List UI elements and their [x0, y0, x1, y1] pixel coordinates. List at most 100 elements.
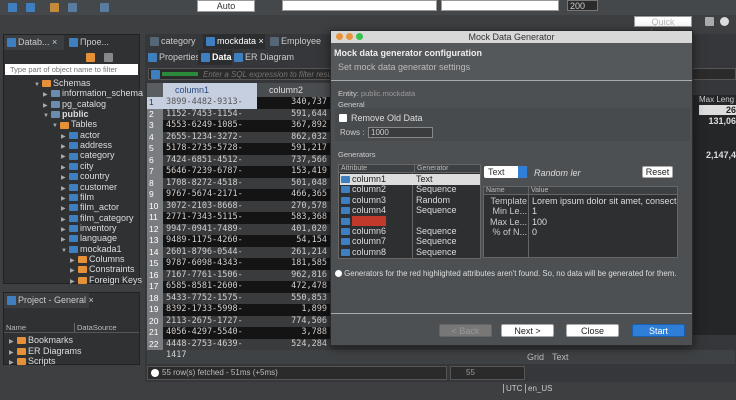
tab-mockdata[interactable]: mockdata ×	[203, 34, 265, 49]
table-row[interactable]: 13899-4482-9313-7400340,737	[147, 97, 330, 119]
tree-item[interactable]: ▶ city	[61, 161, 94, 171]
tree-item[interactable]: ▶ film_category	[61, 213, 134, 223]
cell-column1[interactable]: 3899-4482-9313-7400	[163, 97, 257, 119]
tree-item[interactable]: ▶ Columns	[70, 254, 125, 264]
new-folder-icon[interactable]	[86, 53, 95, 62]
attribute-row[interactable]: column8 Sequence	[340, 247, 480, 258]
table-row[interactable]: 22 4448-2753-4639-1417 524,284	[147, 338, 330, 360]
cell-column1[interactable]: 2601-8796-0544-3658	[163, 247, 257, 269]
expanded-arrow-icon[interactable]: ▼	[34, 80, 42, 90]
table-row[interactable]: 81708-8272-4518-5487501,048	[147, 177, 330, 200]
table-row[interactable]: 202113-2675-1727-1855774,506	[147, 315, 330, 338]
property-row[interactable]: Min Le... 1	[485, 206, 678, 217]
property-value[interactable]: 0	[532, 227, 677, 238]
quick-access-input[interactable]: Quick Access	[634, 16, 692, 38]
cell-column2[interactable]: 591,217	[257, 143, 330, 155]
start-button[interactable]: Start	[632, 324, 685, 337]
close-window-button[interactable]	[336, 33, 343, 40]
table-row[interactable]: 34553-6249-1085-5385367,892	[147, 120, 330, 142]
dbeaver-perspective-icon[interactable]	[720, 17, 729, 26]
cell-column2[interactable]: 862,032	[257, 132, 330, 144]
cell-column2[interactable]: 550,853	[257, 293, 330, 305]
cell-column1[interactable]: 2655-1234-3272-5671	[163, 132, 257, 154]
property-row[interactable]: Template Lorem ipsum dolor sit amet, cons…	[485, 196, 678, 207]
grid-view-button[interactable]: Grid	[527, 352, 544, 362]
project-item[interactable]: ▶ ER Diagrams	[9, 346, 82, 356]
sql-editor-icon[interactable]	[100, 3, 109, 12]
table-row[interactable]: 214056-4297-5540-21323,788	[147, 327, 330, 349]
collapsed-arrow-icon[interactable]: ▶	[9, 358, 17, 368]
cell-column2[interactable]: 340,737	[257, 97, 330, 109]
subtab-properties[interactable]: Properties	[145, 50, 200, 65]
project-item[interactable]: ▶ Bookmarks	[9, 335, 73, 345]
attribute-row[interactable]: column4 Sequence	[340, 205, 480, 216]
cell-column2[interactable]: 583,368	[257, 212, 330, 224]
tree-item[interactable]: ▶ country	[61, 171, 110, 181]
attribute-row[interactable]: column1 Text	[340, 174, 480, 185]
back-button[interactable]: < Back	[439, 324, 492, 337]
cell-column2[interactable]: 270,578	[257, 201, 330, 213]
tree-item[interactable]: ▼ Schemas	[34, 78, 91, 88]
table-row[interactable]: 42655-1234-3272-5671862,032	[147, 131, 330, 154]
cell-column1[interactable]: 5646-7239-6787-5754	[163, 166, 257, 188]
tab-employee[interactable]: Employee	[267, 34, 321, 49]
table-row[interactable]: 167167-7761-1506-8211962,816	[147, 269, 330, 292]
attribute-row[interactable]: column5	[340, 215, 480, 227]
tree-item[interactable]: ▶ pg_catalog	[43, 99, 106, 109]
table-row[interactable]: 21152-7453-1154-2092591,644	[147, 108, 330, 130]
tab-project-general[interactable]: Project - General ×	[4, 293, 94, 308]
property-value[interactable]: 1	[532, 206, 677, 217]
next-button[interactable]: Next >	[501, 324, 554, 337]
tree-item[interactable]: ▼ Tables	[52, 119, 97, 129]
attribute-row[interactable]: column7 Sequence	[340, 236, 480, 247]
table-row[interactable]: 112771-7343-5115-3207583,368	[147, 212, 330, 234]
table-row[interactable]: 176585-8581-2600-5233472,478	[147, 281, 330, 303]
cell-column1[interactable]: 2771-7343-5115-3207	[163, 212, 257, 234]
project-item[interactable]: ▶ Scripts	[9, 356, 56, 366]
tree-item[interactable]: ▶ inventory	[61, 223, 117, 233]
table-row[interactable]: 75646-7239-6787-5754153,419	[147, 166, 330, 188]
tree-item[interactable]: ▶ film_actor	[61, 202, 119, 212]
navigator-filter-input[interactable]	[5, 64, 138, 75]
property-value[interactable]: Lorem ipsum dolor sit amet, consectetur …	[532, 196, 677, 207]
cell-column1[interactable]: 1708-8272-4518-5487	[163, 178, 257, 200]
attribute-row[interactable]: column3 Random	[340, 195, 480, 206]
cell-column1[interactable]: 2113-2675-1727-1855	[163, 316, 257, 338]
connect-icon[interactable]	[8, 3, 17, 12]
collapse-icon[interactable]	[104, 53, 113, 62]
cell-column2[interactable]: 501,048	[257, 178, 330, 190]
remove-old-data-checkbox[interactable]	[339, 114, 347, 122]
cell-column2[interactable]: 524,284	[257, 339, 330, 351]
tree-item[interactable]: ▶ film	[61, 192, 94, 202]
cell-column1[interactable]: 5433-7752-1575-4642	[163, 293, 257, 315]
cell-column1[interactable]: 7167-7761-1506-8211	[163, 270, 257, 292]
cell-column2[interactable]: 3,788	[257, 327, 330, 339]
tree-item[interactable]: ▶ language	[61, 233, 117, 243]
expanded-arrow-icon[interactable]: ▼	[43, 111, 51, 121]
tree-item[interactable]: ▶ category	[61, 150, 115, 160]
cell-column1[interactable]: 4553-6249-1085-5385	[163, 120, 257, 142]
cell-column1[interactable]: 3072-2103-8668-5448	[163, 201, 257, 223]
tab-database-navigator[interactable]: Datab... ×	[4, 35, 64, 50]
transaction-mode-select[interactable]: Auto	[197, 0, 255, 12]
datasource-select[interactable]	[282, 0, 437, 11]
table-row[interactable]: 103072-2103-8668-5448270,578	[147, 200, 330, 223]
table-row[interactable]: 139489-1175-4260-273254,154	[147, 235, 330, 257]
table-row[interactable]: 99767-5674-2171-5127466,365	[147, 189, 330, 211]
attribute-row[interactable]: column6 Sequence	[340, 226, 480, 237]
property-row[interactable]: Max Le... 100	[485, 217, 678, 228]
minimize-window-button[interactable]	[346, 33, 353, 40]
disconnect-icon[interactable]	[26, 3, 35, 12]
cell-column2[interactable]: 1,899	[257, 304, 330, 316]
transaction-icon[interactable]	[50, 3, 59, 12]
cell-column2[interactable]: 401,020	[257, 224, 330, 236]
cell-column2[interactable]: 261,214	[257, 247, 330, 259]
cell-column2[interactable]: 962,816	[257, 270, 330, 282]
table-row[interactable]: 185433-7752-1575-4642550,853	[147, 292, 330, 315]
tree-item[interactable]: ▶ Constraints	[70, 264, 135, 274]
filter-icon[interactable]	[151, 70, 160, 79]
cell-column2[interactable]: 591,644	[257, 109, 330, 121]
cell-column1[interactable]: 9489-1175-4260-2732	[163, 235, 257, 257]
reset-button[interactable]: Reset	[642, 166, 673, 178]
expanded-arrow-icon[interactable]: ▼	[52, 121, 60, 131]
